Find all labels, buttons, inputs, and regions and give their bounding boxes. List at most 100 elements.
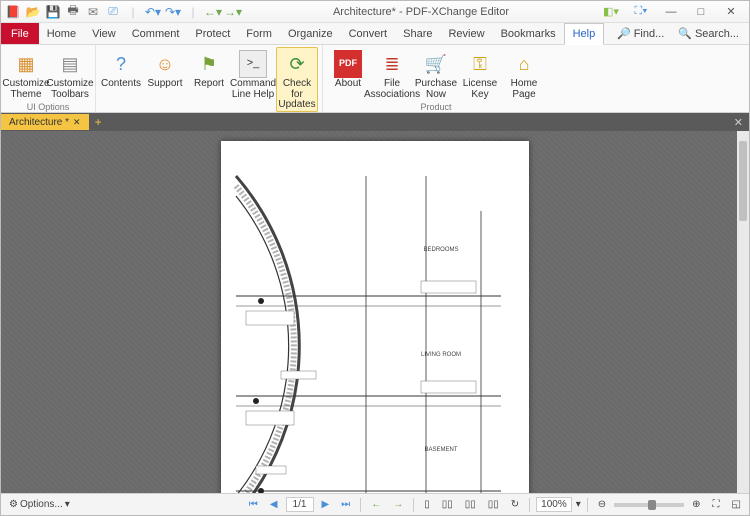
svg-text:BASEMENT: BASEMENT [424,447,457,453]
title-bar: 📕 📂 💾 🖶 ✉ ⎚ | ↶▾ ↷▾ | ←▾ →▾ Architecture… [1,1,749,23]
tab-share[interactable]: Share [395,23,440,44]
svg-text:LIVING ROOM: LIVING ROOM [421,352,461,358]
add-document-tab[interactable]: + [89,115,108,129]
tab-help[interactable]: Help [564,23,605,45]
fit-width-button[interactable]: ⛶ [709,499,724,510]
tab-comment[interactable]: Comment [124,23,188,44]
report-button[interactable]: ⚑Report [188,47,230,112]
search-button[interactable]: 🔍Search... [674,27,743,40]
layout-facing-button[interactable]: ▯▯ [461,499,480,510]
cli-icon: >_ [239,50,267,78]
support-button[interactable]: ☺Support [144,47,186,112]
vertical-scrollbar[interactable] [737,131,749,493]
nav-fwd-button[interactable]: → [389,499,407,510]
nav-back-button[interactable]: ← [367,499,385,510]
tab-home[interactable]: Home [39,23,84,44]
theme-icon: ▦ [12,50,40,78]
purchase-now-button[interactable]: 🛒Purchase Now [415,47,457,101]
fit-page-button[interactable]: ◱ [728,499,745,510]
customize-toolbars-button[interactable]: ▤Customize Toolbars [49,47,91,101]
document-tab-bar: Architecture *✕ + ✕ [1,113,749,131]
layout-icon[interactable]: ⛶▾ [627,3,655,21]
window-controls: ◧▾ ⛶▾ — □ ✕ [597,3,749,21]
qat-sep2: | [185,4,201,20]
key-icon: ⚿ [466,50,494,78]
find-button[interactable]: 🔎Find... [613,27,668,40]
layout-continuous-button[interactable]: ▯▯ [438,499,457,510]
tab-convert[interactable]: Convert [341,23,396,44]
tab-review[interactable]: Review [440,23,492,44]
group-help: ?Contents ☺Support ⚑Report >_Command Lin… [96,45,323,112]
license-key-button[interactable]: ⚿License Key [459,47,501,101]
scrollbar-thumb[interactable] [739,141,747,221]
print-icon[interactable]: 🖶 [65,4,81,20]
layout-single-button[interactable]: ▯ [420,499,434,510]
zoom-field[interactable]: 100% [536,497,572,512]
document-viewer[interactable]: BEDROOMS LIVING ROOM BASEMENT [1,131,749,493]
tab-protect[interactable]: Protect [187,23,238,44]
nav-fwd-icon[interactable]: →▾ [225,4,241,20]
redo-icon[interactable]: ↷▾ [165,4,181,20]
gear-icon: ⚙ [9,499,18,510]
cart-icon: 🛒 [422,50,450,78]
search-icon: 🔍 [678,27,692,40]
tab-bookmarks[interactable]: Bookmarks [493,23,564,44]
undo-icon[interactable]: ↶▾ [145,4,161,20]
last-page-button[interactable]: ⏭ [337,499,354,510]
rotate-button[interactable]: ↻ [507,499,523,510]
ribbon: ▦Customize Theme ▤Customize Toolbars UI … [1,45,749,113]
contents-icon: ? [107,50,135,78]
zoom-dropdown-icon[interactable]: ▾ [576,499,581,510]
minimize-button[interactable]: — [657,3,685,21]
updates-icon: ⟳ [283,50,311,78]
zoom-out-button[interactable]: ⊖ [594,499,610,510]
document-tab[interactable]: Architecture *✕ [1,114,89,130]
tab-organize[interactable]: Organize [280,23,341,44]
contents-button[interactable]: ?Contents [100,47,142,112]
tab-view[interactable]: View [84,23,124,44]
save-icon[interactable]: 💾 [45,4,61,20]
scan-icon[interactable]: ⎚ [105,4,121,20]
prev-page-button[interactable]: ◀ [266,499,282,510]
about-button[interactable]: PDFAbout [327,47,369,101]
window-title: Architecture* - PDF-XChange Editor [245,6,597,18]
home-page-button[interactable]: ⌂Home Page [503,47,545,101]
nav-back-icon[interactable]: ←▾ [205,4,221,20]
svg-text:BEDROOMS: BEDROOMS [423,247,458,253]
tab-form[interactable]: Form [238,23,280,44]
next-page-button[interactable]: ▶ [318,499,334,510]
close-button[interactable]: ✕ [717,3,745,21]
check-for-updates-button[interactable]: ⟳Check for Updates [276,47,318,112]
report-icon: ⚑ [195,50,223,78]
page-number-field[interactable]: 1/1 [286,497,314,512]
close-all-tabs[interactable]: ✕ [728,116,749,129]
home-icon: ⌂ [510,50,538,78]
open-folder-icon[interactable]: 📂 [25,4,41,20]
layout-continuous-facing-button[interactable]: ▯▯ [484,499,503,510]
architecture-drawing: BEDROOMS LIVING ROOM BASEMENT [221,141,529,493]
quick-access-toolbar: 📕 📂 💾 🖶 ✉ ⎚ | ↶▾ ↷▾ | ←▾ →▾ [1,4,245,20]
menu-bar: File Home View Comment Protect Form Orga… [1,23,749,45]
qat-sep: | [125,4,141,20]
file-tab[interactable]: File [1,23,39,44]
zoom-in-button[interactable]: ⊕ [688,499,704,510]
zoom-slider[interactable] [614,503,684,507]
command-line-help-button[interactable]: >_Command Line Help [232,47,274,112]
customize-theme-button[interactable]: ▦Customize Theme [5,47,47,101]
ui-option-icon[interactable]: ◧▾ [597,3,625,21]
file-associations-button[interactable]: ≣File Associations [371,47,413,101]
find-icon: 🔎 [617,27,631,40]
first-page-button[interactable]: ⏮ [245,499,262,510]
doc-tab-close-icon[interactable]: ✕ [73,117,81,128]
email-icon[interactable]: ✉ [85,4,101,20]
chevron-down-icon: ▾ [65,499,70,510]
app-icon: 📕 [5,4,21,20]
about-icon: PDF [334,50,362,78]
support-icon: ☺ [151,50,179,78]
file-assoc-icon: ≣ [378,50,406,78]
status-bar: ⚙Options...▾ ⏮ ◀ 1/1 ▶ ⏭ ← → ▯ ▯▯ ▯▯ ▯▯ … [1,493,749,515]
pdf-page: BEDROOMS LIVING ROOM BASEMENT [221,141,529,493]
options-button[interactable]: ⚙Options...▾ [5,499,74,510]
group-product: PDFAbout ≣File Associations 🛒Purchase No… [323,45,549,112]
maximize-button[interactable]: □ [687,3,715,21]
